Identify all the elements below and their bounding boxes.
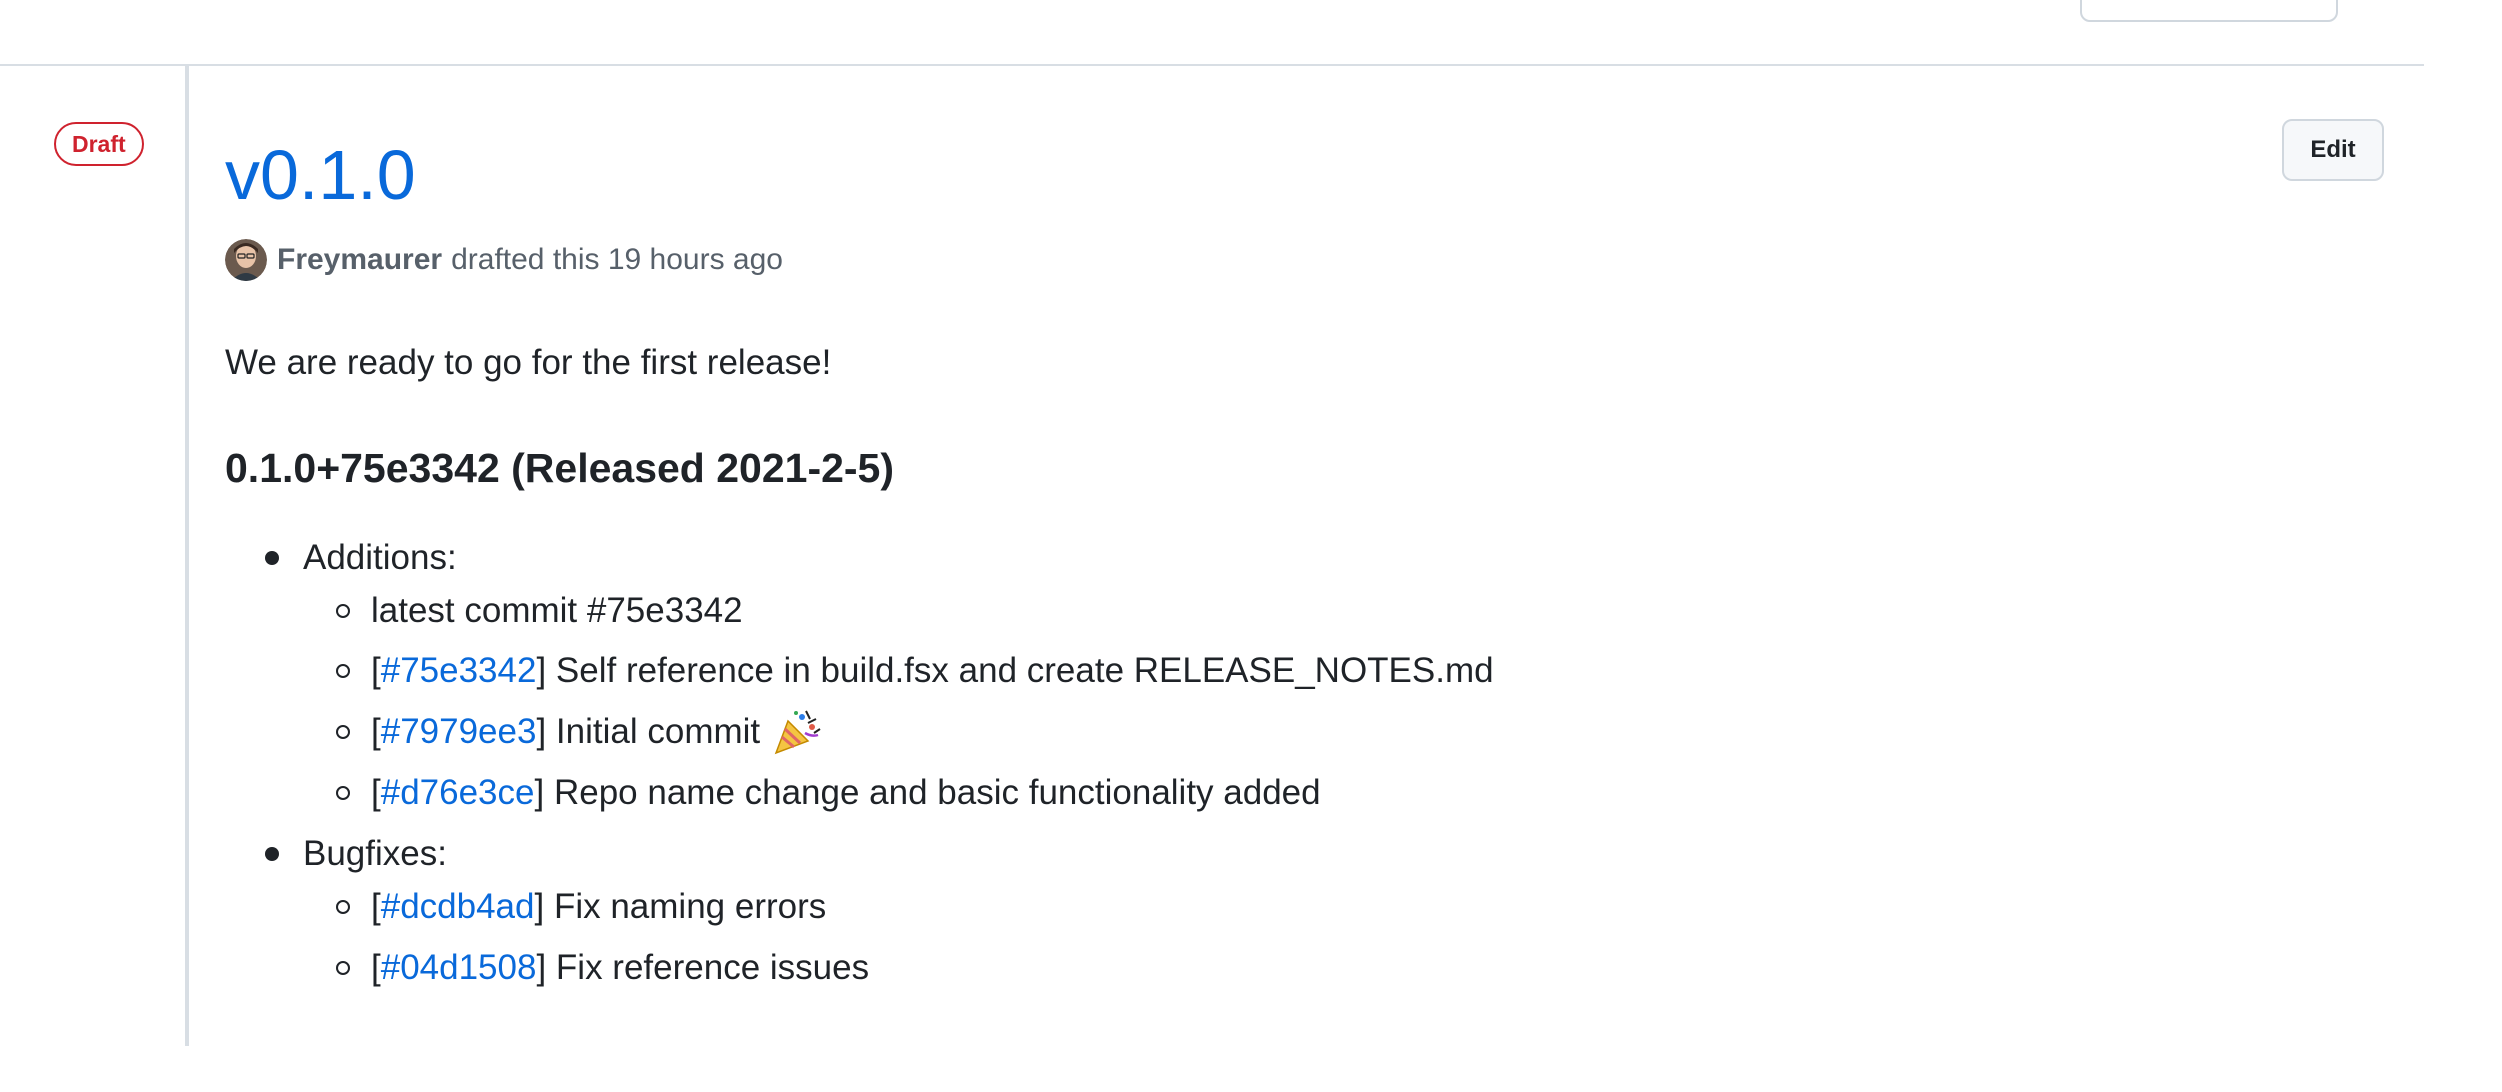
bullet-circle	[336, 900, 350, 914]
item-text: Initial commit	[546, 712, 761, 751]
item-text: latest commit #75e3342	[371, 591, 743, 630]
section-label: Bugfixes:	[303, 834, 447, 873]
party-popper-icon	[772, 707, 822, 757]
commit-link[interactable]: #d76e3ce	[381, 768, 535, 818]
commit-link[interactable]: #04d1508	[381, 943, 537, 993]
bracket-open: [	[371, 887, 381, 926]
bullet-circle	[336, 786, 350, 800]
release-page: Draft Edit v0.1.0 Freymaurer drafted thi…	[0, 0, 2502, 1092]
bracket-close: ]	[534, 773, 545, 812]
bracket-open: [	[371, 948, 381, 987]
list-item: [#75e3342] Self reference in build.fsx a…	[336, 646, 1494, 696]
timeline-line	[185, 66, 189, 1046]
release-meta: Freymaurer drafted this 19 hours ago	[225, 237, 783, 283]
list-item: [#d76e3ce] Repo name change and basic fu…	[336, 768, 1321, 818]
bracket-close: ]	[536, 948, 547, 987]
commit-link[interactable]: #7979ee3	[381, 707, 537, 757]
item-text: Fix naming errors	[544, 887, 827, 926]
list-item: [#04d1508] Fix reference issues	[336, 943, 869, 993]
bullet-disc	[265, 847, 279, 861]
bracket-open: [	[371, 773, 381, 812]
bracket-close: ]	[536, 651, 547, 690]
bracket-open: [	[371, 712, 381, 751]
section-label: Additions:	[303, 538, 457, 577]
bullet-circle	[336, 725, 350, 739]
list-item: [#7979ee3] Initial commit	[336, 707, 822, 757]
bullet-circle	[336, 961, 350, 975]
list-item-additions: Additions:	[265, 533, 457, 583]
list-item: [#dcdb4ad] Fix naming errors	[336, 882, 826, 932]
version-heading: 0.1.0+75e3342 (Released 2021-2-5)	[225, 445, 895, 491]
bracket-open: [	[371, 651, 381, 690]
draft-badge: Draft	[54, 122, 144, 166]
commit-link[interactable]: #dcdb4ad	[381, 882, 535, 932]
list-item-bugfixes: Bugfixes:	[265, 829, 447, 879]
commit-link[interactable]: #75e3342	[381, 646, 537, 696]
bracket-close: ]	[536, 712, 547, 751]
drafted-text: drafted this 19 hours ago	[451, 243, 783, 276]
item-text: Repo name change and basic functionality…	[544, 773, 1321, 812]
release-intro: We are ready to go for the first release…	[225, 343, 832, 382]
top-toolbar-control[interactable]	[2080, 0, 2338, 22]
item-text: Fix reference issues	[546, 948, 870, 987]
author-link[interactable]: Freymaurer	[277, 243, 442, 277]
bullet-circle	[336, 604, 350, 618]
item-text: Self reference in build.fsx and create R…	[546, 651, 1494, 690]
bullet-disc	[265, 551, 279, 565]
release-title[interactable]: v0.1.0	[225, 132, 416, 218]
edit-button[interactable]: Edit	[2282, 119, 2384, 181]
author-avatar[interactable]	[225, 239, 267, 281]
list-item: latest commit #75e3342	[336, 586, 743, 636]
header-divider	[0, 64, 2424, 66]
bracket-close: ]	[534, 887, 545, 926]
avatar-image-icon	[225, 239, 267, 281]
bullet-circle	[336, 664, 350, 678]
